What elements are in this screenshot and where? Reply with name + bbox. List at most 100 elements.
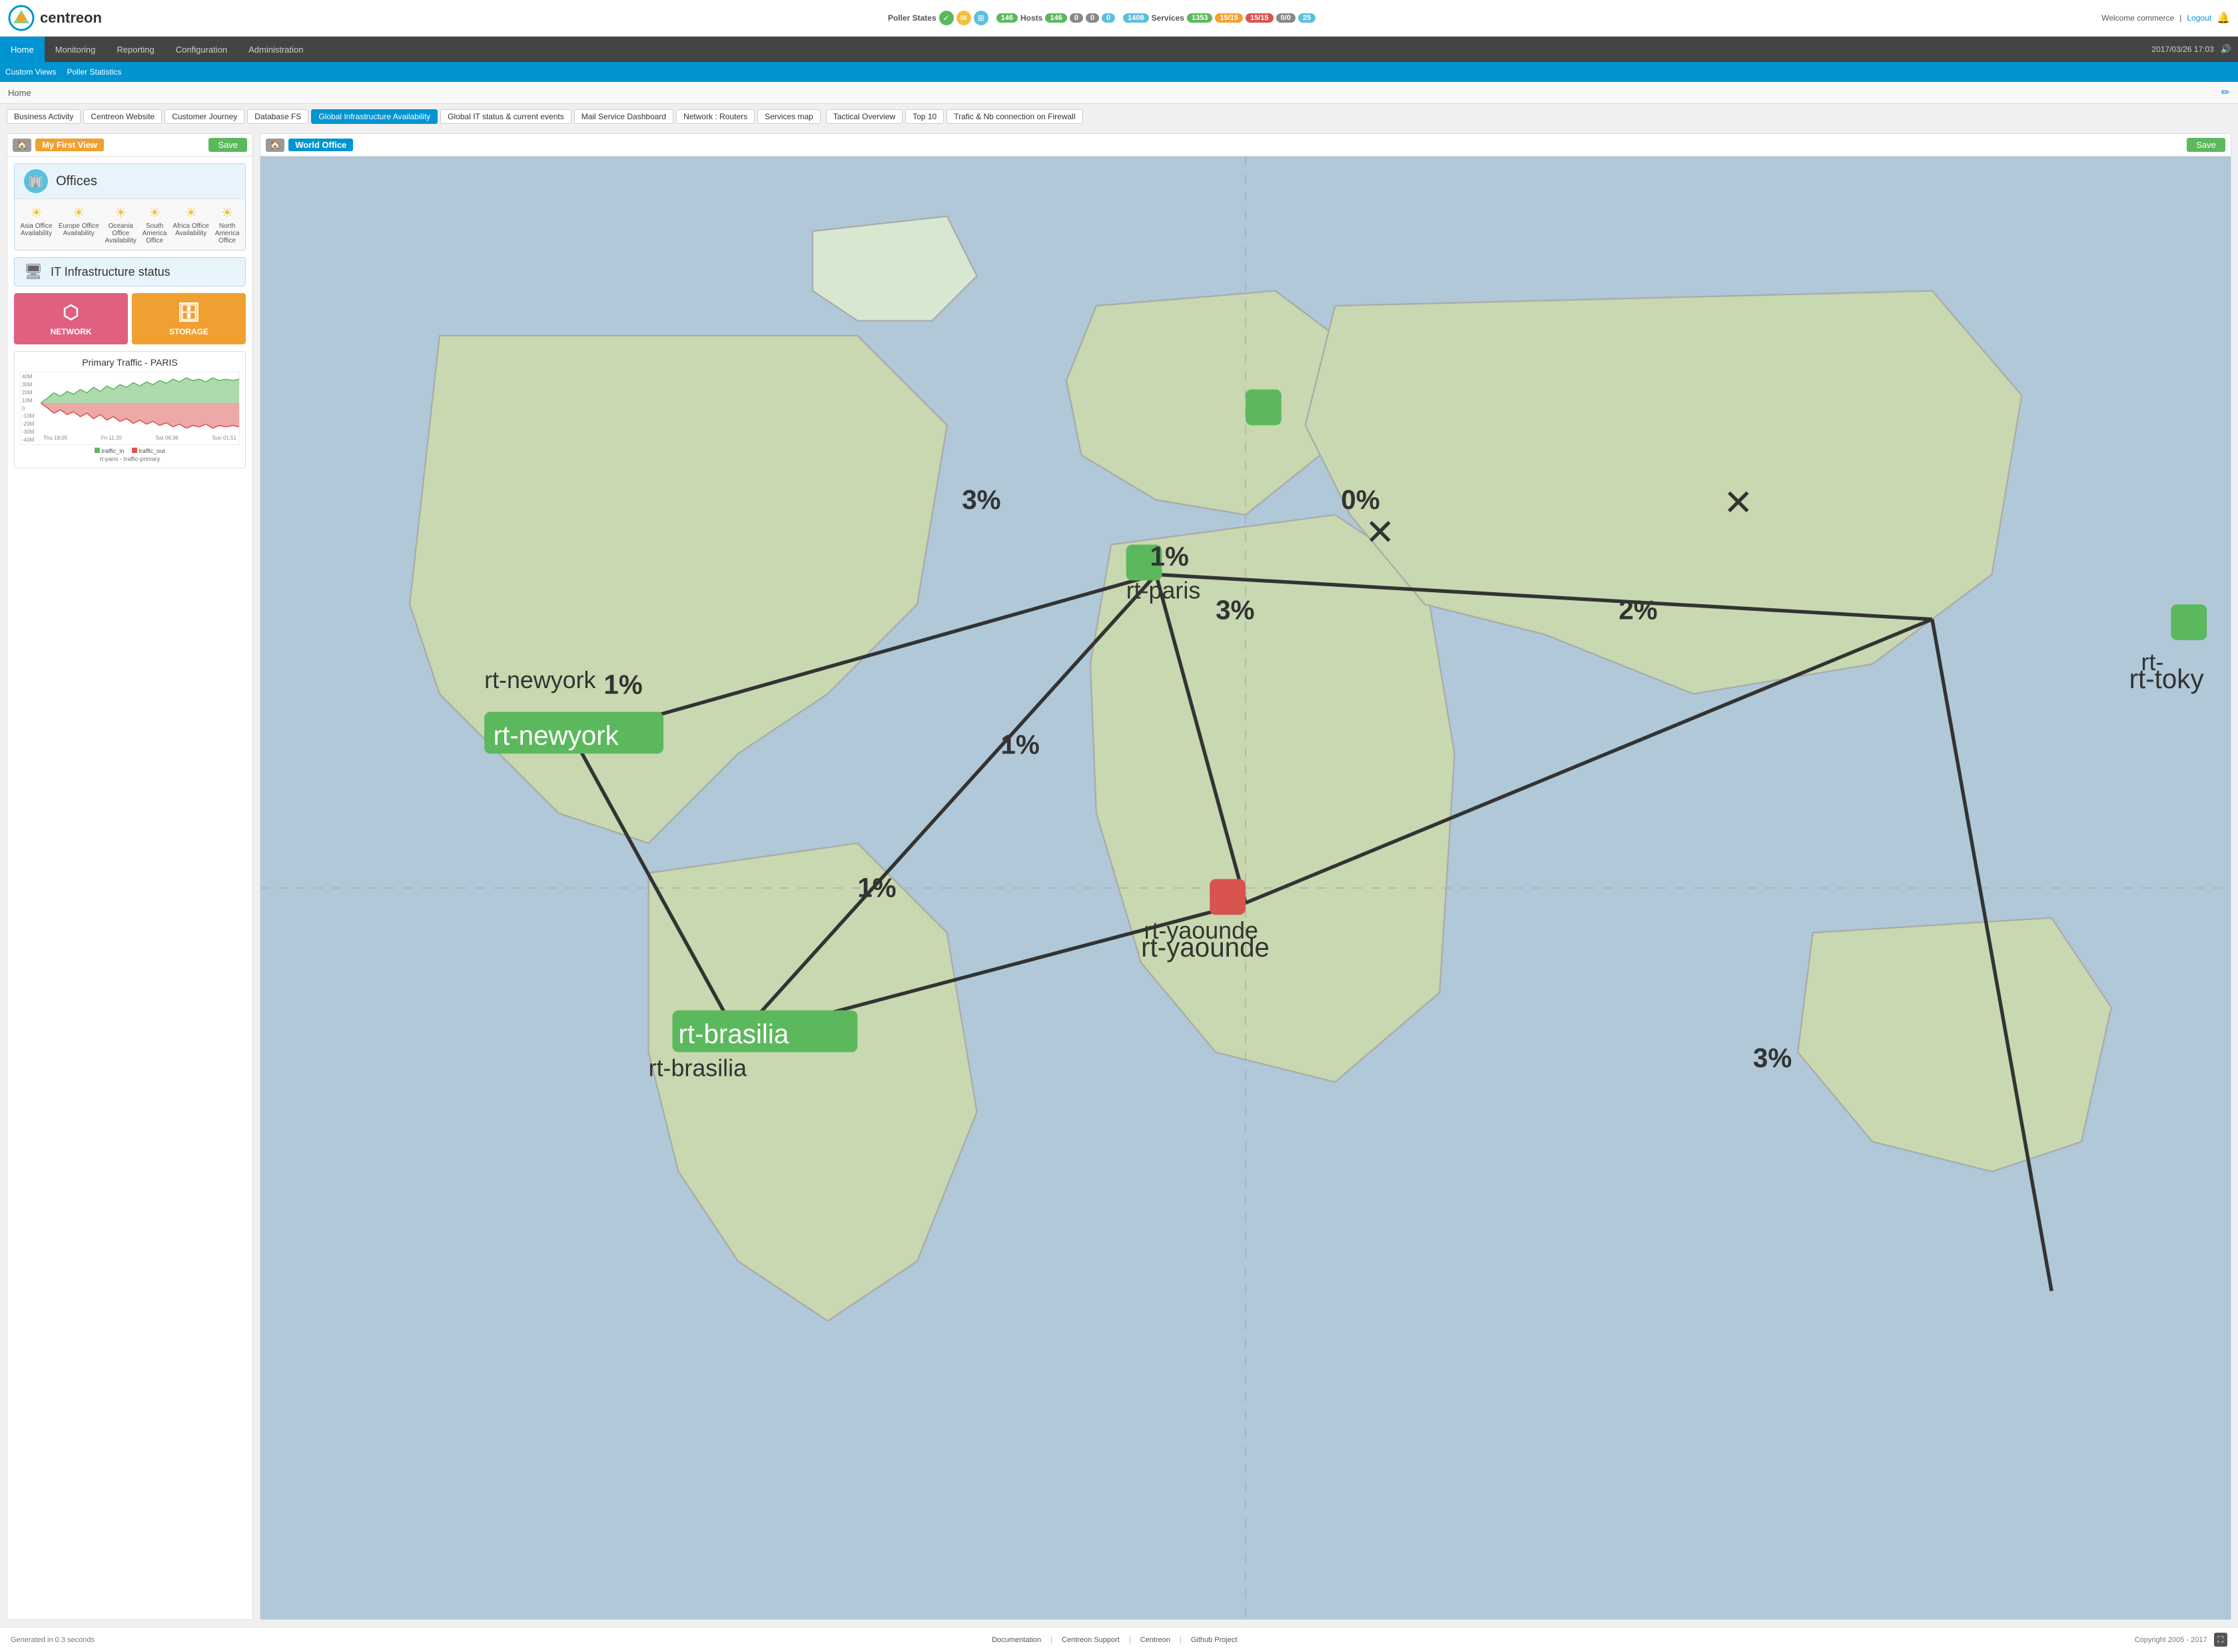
nav-administration[interactable]: Administration	[238, 37, 314, 62]
separator: |	[2179, 13, 2181, 23]
sun-icon-south-america: ☀	[149, 205, 161, 221]
logout-link[interactable]: Logout	[2187, 13, 2211, 23]
footer-link-centreon[interactable]: Centreon	[1140, 1636, 1170, 1644]
services-ok-badge: 1353	[1187, 13, 1212, 23]
tab-tactical-overview[interactable]: Tactical Overview	[826, 109, 903, 124]
tab-database-fs[interactable]: Database FS	[247, 109, 308, 124]
traffic-block: Primary Traffic - PARIS 40M 30M 20M 10M …	[14, 351, 246, 468]
panel-left-save-button[interactable]: Save	[208, 138, 247, 152]
tab-network-routers[interactable]: Network : Routers	[676, 109, 755, 124]
tab-global-it-status[interactable]: Global IT status & current events	[440, 109, 571, 124]
poller-icon-2: ✉	[956, 11, 971, 25]
svg-text:✕: ✕	[1365, 513, 1395, 553]
footer-generated: Generated in 0.3 seconds	[11, 1636, 95, 1644]
svg-text:✕: ✕	[1723, 483, 1753, 523]
footer-expand-button[interactable]: ⛶	[2214, 1633, 2227, 1647]
svg-text:3%: 3%	[962, 484, 1000, 515]
hosts-label: Hosts	[1020, 13, 1042, 23]
tab-top10[interactable]: Top 10	[905, 109, 944, 124]
nav-datetime: 2017/03/26 17:03	[2151, 45, 2220, 54]
services-pending-badge: 25	[1298, 13, 1315, 23]
services-label: Services	[1152, 13, 1184, 23]
logo-icon	[8, 5, 35, 31]
panel-right-home-icon[interactable]: 🏠	[266, 139, 284, 152]
sub-nav-poller-stats[interactable]: Poller Statistics	[67, 67, 121, 77]
footer-link-documentation[interactable]: Documentation	[992, 1636, 1041, 1644]
panel-left-body: 🏢 Offices ☀ Asia OfficeAvailability ☀ Eu…	[7, 157, 252, 1619]
footer: Generated in 0.3 seconds Documentation |…	[0, 1627, 2238, 1652]
service-box-network[interactable]: ⬡ NETWORK	[14, 293, 128, 344]
hosts-group: 146 Hosts 146 0 0 0	[996, 13, 1115, 23]
service-box-storage[interactable]: 🗄 STORAGE	[132, 293, 246, 344]
tab-trafic-firewall[interactable]: Trafic & Nb connection on Firewall	[946, 109, 1082, 124]
breadcrumb-text: Home	[8, 88, 31, 98]
nav-reporting[interactable]: Reporting	[106, 37, 165, 62]
panel-left-home-icon[interactable]: 🏠	[13, 139, 31, 152]
svg-text:2%: 2%	[1619, 595, 1657, 625]
tab-centreon-website[interactable]: Centreon Website	[83, 109, 162, 124]
services-unknown-badge: 0/0	[1276, 13, 1296, 23]
nav-configuration[interactable]: Configuration	[165, 37, 238, 62]
office-item-south-america: ☀ SouthAmericaOffice	[143, 205, 167, 244]
tab-mail-service[interactable]: Mail Service Dashboard	[574, 109, 673, 124]
welcome-text: Welcome commerce	[2101, 13, 2174, 23]
logo-text: centreon	[40, 9, 102, 27]
tab-services-map[interactable]: Services map	[757, 109, 821, 124]
infra-title: IT Infrastructure status	[51, 265, 171, 279]
hosts-total-badge: 146	[996, 13, 1018, 23]
panel-left-title: My First View	[35, 139, 104, 151]
breadcrumb-edit-icon[interactable]: ✏	[2221, 86, 2230, 99]
footer-link-github[interactable]: Github Project	[1191, 1636, 1238, 1644]
hosts-unreachable-badge: 0	[1086, 13, 1099, 23]
sun-icon-asia: ☀	[31, 205, 43, 221]
svg-text:rt-brasilia: rt-brasilia	[678, 1019, 789, 1049]
sub-nav-custom-views[interactable]: Custom Views	[5, 67, 56, 77]
world-map-svg: ✕ ✕ rt-newyork rt-brasilia rt-yaounde rt…	[260, 157, 2231, 1619]
office-item-africa: ☀ Africa OfficeAvailability	[173, 205, 208, 244]
footer-link-support[interactable]: Centreon Support	[1062, 1636, 1120, 1644]
nav-sound-icon[interactable]: 🔊	[2221, 44, 2238, 55]
tab-global-infrastructure[interactable]: Global Infrastructure Availability	[311, 109, 438, 124]
poller-states-group: Poller States ✓ ✉ ⊞	[888, 11, 988, 25]
hosts-up-badge: 146	[1045, 13, 1066, 23]
svg-text:rt-toky: rt-toky	[2129, 663, 2205, 694]
services-total-badge: 1408	[1123, 13, 1148, 23]
sun-icon-africa: ☀	[185, 205, 197, 221]
nav-home[interactable]: Home	[0, 37, 45, 62]
panel-right-map-container: ✕ ✕ rt-newyork rt-brasilia rt-yaounde rt…	[260, 157, 2231, 1619]
panel-right-save-button[interactable]: Save	[2187, 138, 2225, 152]
svg-text:rt-newyork: rt-newyork	[494, 720, 619, 751]
poller-icon-1: ✓	[939, 11, 954, 25]
offices-title: Offices	[56, 174, 97, 189]
office-label-north-america: NorthAmericaOffice	[215, 222, 240, 244]
office-item-asia: ☀ Asia OfficeAvailability	[21, 205, 53, 244]
top-bar: centreon Poller States ✓ ✉ ⊞ 146 Hosts 1…	[0, 0, 2238, 37]
svg-text:1%: 1%	[603, 669, 642, 700]
storage-icon: 🗄	[177, 301, 201, 323]
svg-text:3%: 3%	[1753, 1042, 1792, 1073]
svg-text:rt-brasilia: rt-brasilia	[649, 1054, 747, 1081]
chart-yaxis: 40M 30M 20M 10M 0 -10M -20M -30M -40M	[21, 372, 41, 444]
nav-monitoring[interactable]: Monitoring	[45, 37, 107, 62]
svg-text:rt-: rt-	[2141, 649, 2164, 675]
svg-text:0%: 0%	[1341, 484, 1379, 515]
svg-text:1%: 1%	[1150, 541, 1189, 572]
services-critical-badge: 15/15	[1246, 13, 1274, 23]
tab-customer-journey[interactable]: Customer Journey	[165, 109, 244, 124]
service-boxes: ⬡ NETWORK 🗄 STORAGE	[14, 293, 246, 344]
svg-text:rt-yaounde: rt-yaounde	[1144, 917, 1258, 944]
dashboard-tabs: Business Activity Centreon Website Custo…	[0, 104, 2238, 127]
svg-text:rt-paris: rt-paris	[1126, 577, 1201, 604]
tab-business-activity[interactable]: Business Activity	[7, 109, 81, 124]
offices-header: 🏢 Offices	[15, 164, 245, 199]
traffic-title: Primary Traffic - PARIS	[20, 357, 240, 368]
hosts-pending-badge: 0	[1102, 13, 1115, 23]
nav-bar: Home Monitoring Reporting Configuration …	[0, 37, 2238, 62]
network-icon: ⬡	[63, 301, 79, 323]
bell-icon[interactable]: 🔔	[2217, 11, 2230, 25]
infra-icon: 🖥	[24, 263, 43, 280]
offices-block: 🏢 Offices ☀ Asia OfficeAvailability ☀ Eu…	[14, 163, 246, 250]
poller-icon-3: ⊞	[974, 11, 988, 25]
office-label-asia: Asia OfficeAvailability	[21, 222, 53, 237]
office-label-europe: Europe OfficeAvailability	[59, 222, 99, 237]
